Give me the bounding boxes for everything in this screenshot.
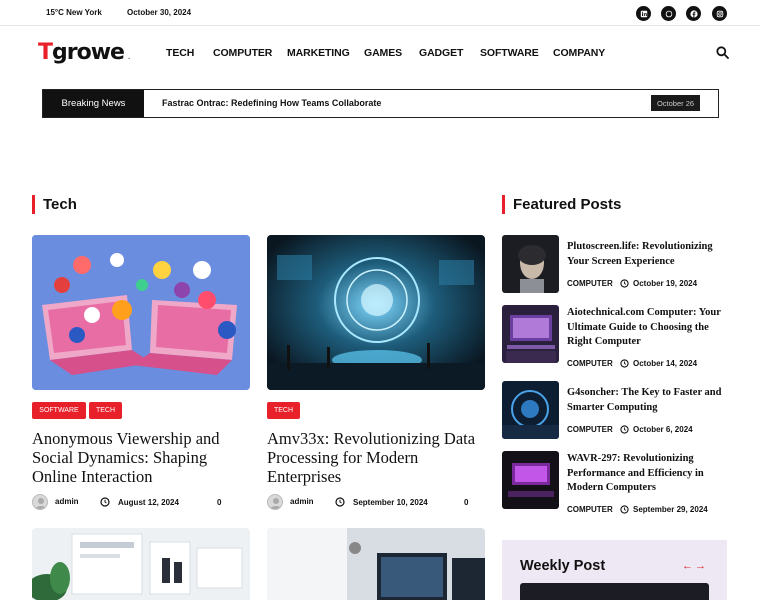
clock-icon [620, 425, 629, 434]
featured-thumbnail[interactable] [502, 381, 559, 439]
featured-post-title[interactable]: G4soncher: The Key to Faster and Smarter… [567, 386, 727, 415]
weather-text: 15°C New York [46, 8, 102, 17]
featured-post-date: October 14, 2024 [633, 359, 698, 368]
post-date: August 12, 2024 [118, 498, 179, 507]
tag-tech[interactable]: TECH [89, 402, 122, 419]
clock-icon [100, 497, 110, 507]
facebook-icon[interactable] [686, 6, 701, 21]
featured-thumbnail[interactable] [502, 305, 559, 363]
clock-icon [335, 497, 345, 507]
breaking-news-bar: Breaking News Fastrac Ontrac: Redefining… [42, 89, 719, 118]
featured-posts-title: Featured Posts [502, 195, 621, 214]
featured-thumbnail[interactable] [502, 451, 559, 509]
nav-item-games[interactable]: GAMES [364, 47, 402, 59]
weekly-post-title: Weekly Post [520, 558, 606, 574]
linkedin-icon[interactable] [636, 6, 651, 21]
arrow-right-icon[interactable]: → [695, 560, 708, 572]
featured-post-category[interactable]: COMPUTER [567, 279, 613, 288]
featured-thumbnail[interactable] [502, 235, 559, 293]
weekly-post-image[interactable] [520, 583, 709, 600]
weekly-post-widget: Weekly Post ←→ [502, 540, 727, 600]
author-name[interactable]: admin [290, 497, 314, 506]
logo-text: growe [52, 40, 125, 65]
nav-item-tech[interactable]: TECH [166, 47, 194, 59]
instagram-icon[interactable] [712, 6, 727, 21]
post-date: September 10, 2024 [353, 498, 428, 507]
whatsapp-icon[interactable] [661, 6, 676, 21]
breaking-news-headline[interactable]: Fastrac Ontrac: Redefining How Teams Col… [162, 98, 381, 108]
featured-post-category[interactable]: COMPUTER [567, 505, 613, 514]
comment-count[interactable]: 0 [464, 498, 468, 507]
search-icon[interactable] [716, 46, 729, 59]
tag-software[interactable]: SOFTWARE [32, 402, 86, 419]
featured-post-category[interactable]: COMPUTER [567, 425, 613, 434]
logo-dot: . [127, 54, 131, 61]
nav-item-computer[interactable]: COMPUTER [213, 47, 272, 59]
comment-count[interactable]: 0 [217, 498, 221, 507]
top-bar: 15°C New York October 30, 2024 [0, 0, 760, 26]
breaking-news-date: October 26 [651, 95, 700, 111]
avatar [32, 494, 48, 510]
arrow-left-icon[interactable]: ← [682, 560, 695, 572]
tech-section-title: Tech [32, 195, 77, 214]
card-title[interactable]: Amv33x: Revolutionizing Data Processing … [267, 429, 482, 486]
card-image-dashboard[interactable] [32, 528, 250, 600]
featured-post-category[interactable]: COMPUTER [567, 359, 613, 368]
nav-item-gadget[interactable]: GADGET [419, 47, 463, 59]
weekly-nav: ←→ [682, 560, 708, 572]
featured-post-date: October 19, 2024 [633, 279, 698, 288]
breaking-news-label: Breaking News [43, 90, 144, 117]
nav-item-marketing[interactable]: MARKETING [287, 47, 350, 59]
card-image-anonymous-viewership[interactable] [32, 235, 250, 390]
featured-post-date: September 29, 2024 [633, 505, 708, 514]
logo-letter: T [38, 40, 53, 65]
featured-post-title[interactable]: Plutoscreen.life: Revolutionizing Your S… [567, 240, 727, 269]
clock-icon [620, 279, 629, 288]
nav-item-company[interactable]: COMPANY [553, 47, 605, 59]
clock-icon [620, 505, 629, 514]
current-date: October 30, 2024 [127, 8, 192, 17]
featured-post-date: October 6, 2024 [633, 425, 693, 434]
avatar [267, 494, 283, 510]
clock-icon [620, 359, 629, 368]
nav-item-software[interactable]: SOFTWARE [480, 47, 539, 59]
card-title[interactable]: Anonymous Viewership and Social Dynamics… [32, 429, 252, 486]
site-logo[interactable]: Tgrowe. [38, 40, 131, 65]
featured-post-title[interactable]: Aiotechnical.com Computer: Your Ultimate… [567, 306, 727, 350]
card-image-amv33x[interactable] [267, 235, 485, 390]
card-image-workstation[interactable] [267, 528, 485, 600]
author-name[interactable]: admin [55, 497, 79, 506]
featured-post-title[interactable]: WAVR-297: Revolutionizing Performance an… [567, 452, 727, 496]
tag-tech[interactable]: TECH [267, 402, 300, 419]
